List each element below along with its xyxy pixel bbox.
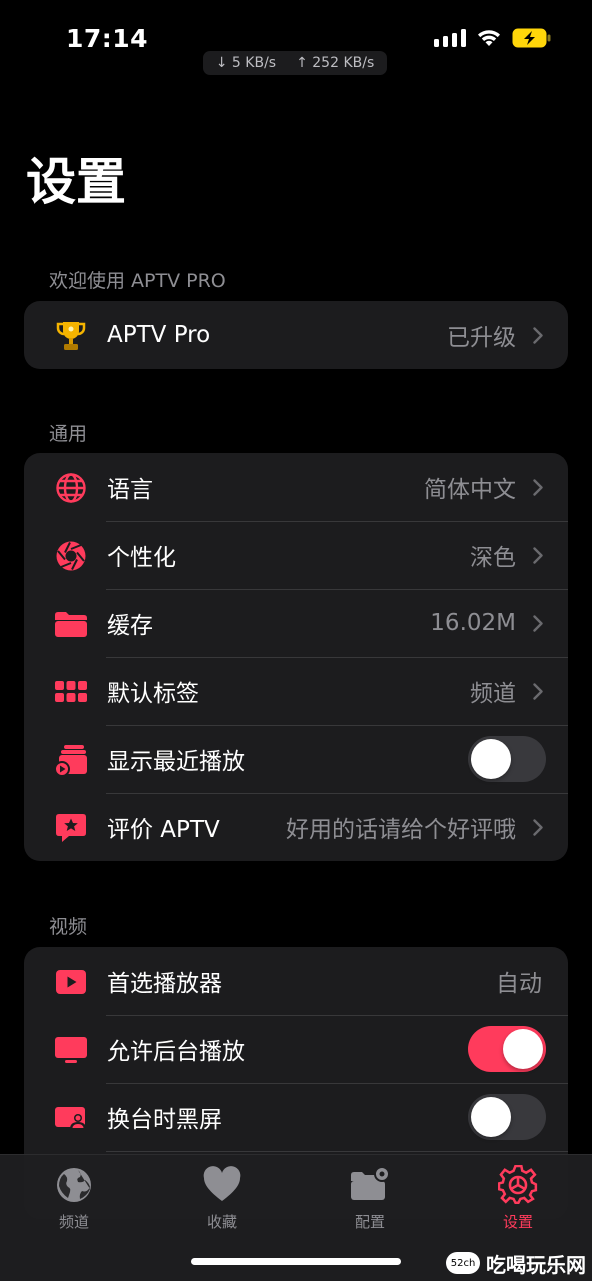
watermark: 52ch 吃喝玩乐网 xyxy=(446,1250,586,1277)
black-screen-toggle[interactable] xyxy=(468,1094,546,1140)
tab-label: 频道 xyxy=(58,1213,89,1231)
row-value: 频道 xyxy=(470,681,516,707)
row-default-tab[interactable]: 默认标签 频道 xyxy=(24,657,568,725)
row-value: 好用的话请给个好评哦 xyxy=(286,817,516,843)
wifi-icon xyxy=(478,30,500,46)
section-header-general: 通用 xyxy=(49,423,88,445)
group-welcome: APTV Pro 已升级 xyxy=(24,301,568,369)
heart-icon xyxy=(203,1166,241,1201)
toggle-knob xyxy=(503,1029,543,1069)
tv-icon xyxy=(54,1033,88,1067)
tab-settings[interactable]: 设置 xyxy=(458,1165,578,1232)
aperture-icon xyxy=(54,539,88,573)
globe-icon xyxy=(54,471,88,505)
globe-icon xyxy=(57,1168,91,1202)
chevron-right-icon xyxy=(533,615,543,632)
trophy-icon xyxy=(54,319,88,353)
row-label: 个性化 xyxy=(107,545,176,571)
section-header-welcome: 欢迎使用 APTV PRO xyxy=(49,270,226,292)
group-general: 语言 简体中文 个性化 深色 缓存 16.02M 默认标签 频道 显示最近播放 … xyxy=(24,453,568,861)
download-speed: ↓ 5 KB/s xyxy=(215,55,277,71)
toggle-knob xyxy=(471,739,511,779)
network-speed-pill: ↓ 5 KB/s ↑ 252 KB/s xyxy=(203,51,387,75)
row-label: 默认标签 xyxy=(107,681,199,707)
star-bubble-icon xyxy=(54,811,88,845)
watermark-text: 吃喝玩乐网 xyxy=(486,1252,586,1277)
battery-charging-icon xyxy=(512,28,551,48)
row-label: 允许后台播放 xyxy=(107,1039,245,1065)
folder-icon xyxy=(54,607,88,641)
row-show-recent: 显示最近播放 xyxy=(24,725,568,793)
toggle-knob xyxy=(471,1097,511,1137)
row-cache[interactable]: 缓存 16.02M xyxy=(24,589,568,657)
chevron-right-icon xyxy=(533,683,543,700)
section-header-video: 视频 xyxy=(49,916,88,938)
recent-play-icon xyxy=(54,743,88,777)
chevron-right-icon xyxy=(533,327,543,344)
background-play-toggle[interactable] xyxy=(468,1026,546,1072)
upload-speed: ↑ 252 KB/s xyxy=(296,55,375,71)
row-label: 换台时黑屏 xyxy=(107,1107,222,1133)
tab-favorites[interactable]: 收藏 xyxy=(162,1165,282,1232)
row-personalization[interactable]: 个性化 深色 xyxy=(24,521,568,589)
row-label: 显示最近播放 xyxy=(107,749,245,775)
row-background-play: 允许后台播放 xyxy=(24,1015,568,1083)
tab-channels[interactable]: 频道 xyxy=(14,1165,134,1232)
home-indicator xyxy=(191,1258,401,1265)
status-bar: 17:14 ↓ 5 KB/s ↑ 252 KB/s xyxy=(0,0,592,80)
play-rectangle-icon xyxy=(54,965,88,999)
status-icons xyxy=(434,28,552,48)
row-label: APTV Pro xyxy=(107,322,211,348)
tab-config[interactable]: 配置 xyxy=(310,1165,430,1232)
page-title: 设置 xyxy=(26,153,126,211)
cellular-signal-icon xyxy=(434,29,466,47)
row-value: 已升级 xyxy=(447,325,516,351)
row-language[interactable]: 语言 简体中文 xyxy=(24,453,568,521)
show-recent-toggle[interactable] xyxy=(468,736,546,782)
row-label: 评价 APTV xyxy=(107,817,220,843)
row-label: 语言 xyxy=(107,477,153,503)
chevron-right-icon xyxy=(533,819,543,836)
watermark-badge: 52ch xyxy=(446,1252,480,1274)
row-aptv-pro[interactable]: APTV Pro 已升级 xyxy=(24,301,568,369)
row-value: 16.02M xyxy=(430,610,516,636)
row-value: 自动 xyxy=(496,971,542,997)
folder-gear-icon xyxy=(351,1166,390,1200)
tab-label: 设置 xyxy=(502,1213,533,1231)
row-label: 首选播放器 xyxy=(107,971,222,997)
chevron-right-icon xyxy=(533,547,543,564)
screen-person-icon xyxy=(54,1101,88,1135)
row-value: 简体中文 xyxy=(424,477,516,503)
tab-label: 收藏 xyxy=(206,1213,237,1231)
status-time: 17:14 xyxy=(66,24,149,53)
row-rate-app[interactable]: 评价 APTV 好用的话请给个好评哦 xyxy=(24,793,568,861)
grid-icon xyxy=(54,675,88,709)
tab-label: 配置 xyxy=(354,1213,385,1231)
row-label: 缓存 xyxy=(107,613,153,639)
row-black-screen: 换台时黑屏 xyxy=(24,1083,568,1151)
row-value: 深色 xyxy=(470,545,516,571)
row-preferred-player[interactable]: 首选播放器 自动 xyxy=(24,947,568,1015)
gear-icon xyxy=(498,1165,538,1205)
chevron-right-icon xyxy=(533,479,543,496)
